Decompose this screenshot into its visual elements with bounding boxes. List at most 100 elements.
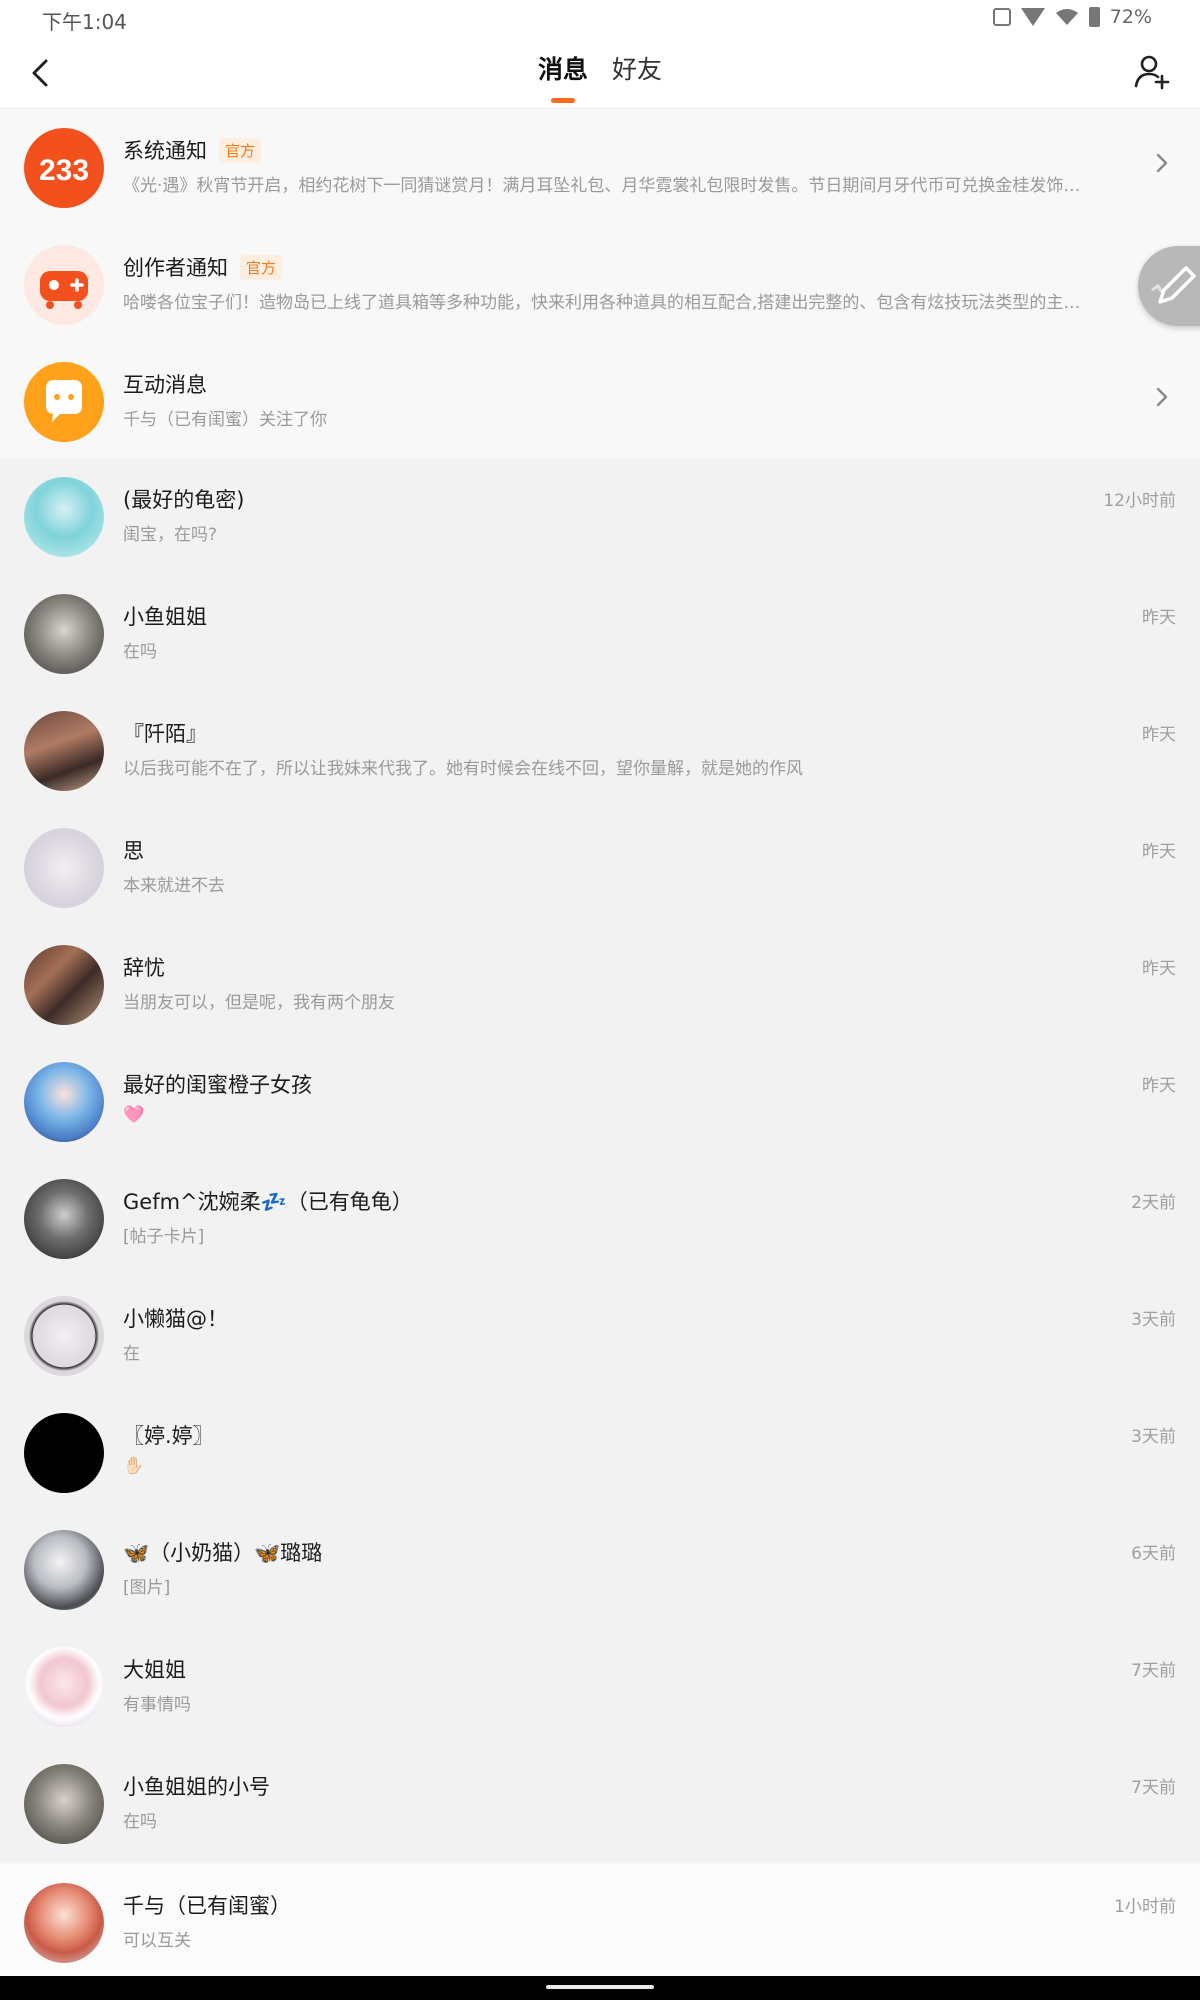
conversation-row[interactable]: 〖婷.婷〗 ✋🏻 3天前	[0, 1394, 1200, 1511]
contact-name: 小鱼姐姐	[123, 605, 207, 629]
avatar	[24, 1764, 104, 1844]
tab-friends[interactable]: 好友	[612, 50, 662, 86]
conversation-row[interactable]: 🦋（小奶猫）🦋璐璐 [图片] 6天前	[0, 1511, 1200, 1628]
avatar	[24, 711, 104, 791]
avatar	[24, 1179, 104, 1259]
conversation-row[interactable]: 『阡陌』 以后我可能不在了，所以让我妹来代我了。她有时候会在线不回，望你量解，就…	[0, 692, 1200, 809]
contact-name: (最好的龟密)	[123, 488, 245, 512]
pinned-conversation: 千与（已有闺蜜） 可以互关 1小时前	[0, 1864, 1200, 1981]
system-notice-row[interactable]: 233 系统通知 官方 《光·遇》秋宵节开启，相约花树下一同猜谜赏月！满月耳坠礼包…	[0, 109, 1200, 226]
contact-name: 辞忧	[123, 956, 165, 980]
avatar	[24, 828, 104, 908]
message-time: 12小时前	[1103, 491, 1176, 511]
system-notice-avatar: 233	[24, 128, 104, 208]
edit-fab[interactable]	[1138, 246, 1200, 326]
interaction-notice-avatar	[24, 362, 104, 442]
notice-preview: 哈喽各位宝子们！造物岛已上线了道具箱等多种功能，快来利用各种道具的相互配合,搭建…	[123, 293, 1081, 313]
avatar	[24, 1413, 104, 1493]
message-time: 昨天	[1142, 842, 1176, 862]
message-time: 昨天	[1142, 959, 1176, 979]
message-time: 6天前	[1131, 1544, 1176, 1564]
official-badge: 官方	[219, 138, 262, 163]
message-preview: ✋🏻	[123, 1456, 145, 1476]
avatar	[24, 594, 104, 674]
avatar	[24, 1062, 104, 1142]
creator-notice-avatar	[24, 245, 104, 325]
tab-messages[interactable]: 消息	[538, 50, 588, 103]
message-time: 2天前	[1131, 1193, 1176, 1213]
message-time: 3天前	[1131, 1310, 1176, 1330]
active-tab-indicator	[550, 98, 575, 103]
home-indicator[interactable]	[546, 1985, 654, 1989]
233-logo-icon: 233	[39, 154, 89, 187]
status-time: 下午1:04	[42, 10, 127, 34]
tab-bar: 消息 好友	[0, 50, 1200, 103]
contact-name: Gefm^沈婉柔💤（已有龟龟）	[123, 1190, 413, 1214]
system-nav-bar	[0, 1976, 1200, 2000]
conversation-row[interactable]: 思 本来就进不去 昨天	[0, 809, 1200, 926]
contact-name: 千与（已有闺蜜）	[123, 1894, 291, 1918]
message-time: 昨天	[1142, 608, 1176, 628]
message-time: 3天前	[1131, 1427, 1176, 1447]
message-time: 7天前	[1131, 1778, 1176, 1798]
signal-icon	[1020, 8, 1045, 26]
message-preview: 在	[123, 1344, 140, 1364]
creator-notice-row[interactable]: 创作者通知 官方 哈喽各位宝子们！造物岛已上线了道具箱等多种功能，快来利用各种道具…	[0, 226, 1200, 343]
avatar	[24, 1883, 104, 1963]
conversation-row[interactable]: 小懒猫@！ 在 3天前	[0, 1277, 1200, 1394]
top-nav: 消息 好友	[0, 38, 1200, 109]
interaction-notice-row[interactable]: 互动消息 千与（已有闺蜜）关注了你	[0, 343, 1200, 460]
notification-section: 233 系统通知 官方 《光·遇》秋宵节开启，相约花树下一同猜谜赏月！满月耳坠礼包…	[0, 109, 1200, 460]
contact-name: 〖婷.婷〗	[123, 1424, 214, 1448]
chevron-right-icon	[1156, 153, 1168, 173]
message-time: 1小时前	[1114, 1897, 1176, 1917]
avatar	[24, 1647, 104, 1727]
add-friend-icon[interactable]	[1132, 52, 1172, 92]
conversation-row[interactable]: Gefm^沈婉柔💤（已有龟龟） [帖子卡片] 2天前	[0, 1160, 1200, 1277]
conversation-list: (最好的龟密) 闺宝，在吗? 12小时前 小鱼姐姐 在吗 昨天 『阡陌』 以后我…	[0, 458, 1200, 1862]
conversation-row[interactable]: 最好的闺蜜橙子女孩 🩷 昨天	[0, 1043, 1200, 1160]
conversation-row[interactable]: 千与（已有闺蜜） 可以互关 1小时前	[0, 1864, 1200, 1981]
battery-icon	[1088, 7, 1100, 27]
message-preview: 当朋友可以，但是呢，我有两个朋友	[123, 993, 395, 1013]
message-preview: 在吗	[123, 1812, 157, 1832]
avatar	[24, 945, 104, 1025]
pencil-icon	[1151, 266, 1196, 304]
chat-bubble-icon	[46, 380, 82, 422]
gamepad-icon	[40, 271, 88, 309]
conversation-row[interactable]: 小鱼姐姐的小号 在吗 7天前	[0, 1745, 1200, 1862]
message-preview: [图片]	[123, 1578, 171, 1598]
conversation-row[interactable]: 小鱼姐姐 在吗 昨天	[0, 575, 1200, 692]
contact-name: 『阡陌』	[123, 722, 207, 746]
official-badge: 官方	[240, 255, 283, 280]
message-preview: [帖子卡片]	[123, 1227, 205, 1247]
message-time: 昨天	[1142, 1076, 1176, 1096]
notice-title: 系统通知 官方	[123, 135, 262, 165]
message-time: 7天前	[1131, 1661, 1176, 1681]
contact-name: 大姐姐	[123, 1658, 186, 1682]
battery-level: 72%	[1109, 6, 1152, 28]
conversation-row[interactable]: (最好的龟密) 闺宝，在吗? 12小时前	[0, 458, 1200, 575]
message-preview: 以后我可能不在了，所以让我妹来代我了。她有时候会在线不回，望你量解，就是她的作风	[123, 759, 803, 779]
notice-title: 互动消息	[123, 373, 207, 397]
conversation-row[interactable]: 大姐姐 有事情吗 7天前	[0, 1628, 1200, 1745]
message-preview: 可以互关	[123, 1931, 191, 1951]
contact-name: 思	[123, 839, 144, 863]
message-preview: 有事情吗	[123, 1695, 191, 1715]
message-preview: 在吗	[123, 642, 157, 662]
avatar	[24, 1296, 104, 1376]
contact-name: 最好的闺蜜橙子女孩	[123, 1073, 312, 1097]
avatar	[24, 1530, 104, 1610]
chevron-right-icon	[1156, 387, 1168, 407]
message-preview: 本来就进不去	[123, 876, 225, 896]
status-bar: 下午1:04 72%	[0, 0, 1200, 38]
message-preview: 闺宝，在吗?	[123, 525, 218, 545]
svg-text:233: 233	[39, 154, 89, 187]
message-time: 昨天	[1142, 725, 1176, 745]
contact-name: 小懒猫@！	[123, 1307, 228, 1331]
notice-preview: 《光·遇》秋宵节开启，相约花树下一同猜谜赏月！满月耳坠礼包、月华霓裳礼包限时发售…	[123, 176, 1081, 196]
vibrate-icon	[992, 8, 1011, 26]
message-preview: 🩷	[123, 1105, 145, 1125]
conversation-row[interactable]: 辞忧 当朋友可以，但是呢，我有两个朋友 昨天	[0, 926, 1200, 1043]
contact-name: 小鱼姐姐的小号	[123, 1775, 270, 1799]
